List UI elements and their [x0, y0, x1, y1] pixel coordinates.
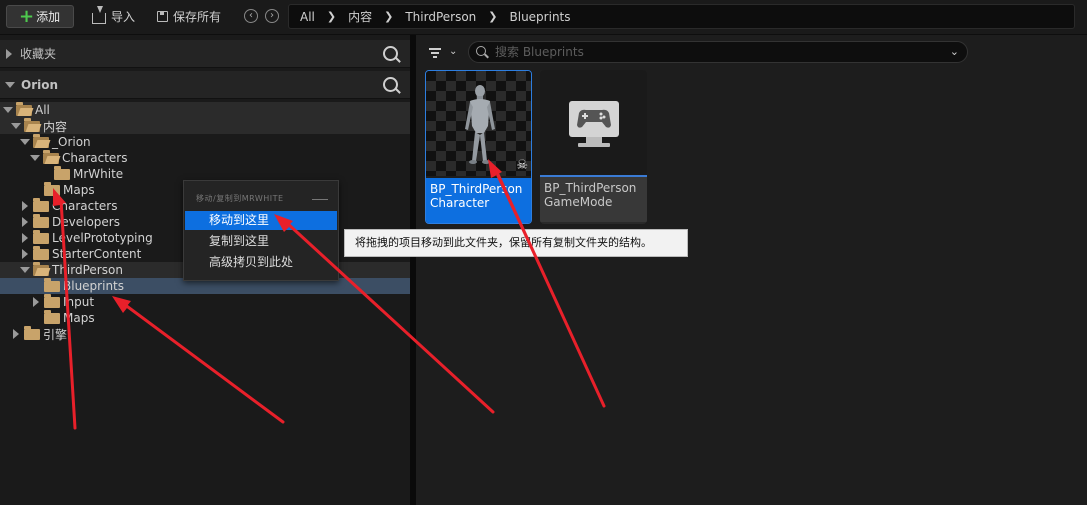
chevron-down-icon — [5, 81, 15, 88]
asset-name: BP_ThirdPerson — [430, 182, 523, 196]
folder-icon — [24, 117, 40, 132]
folder-icon — [44, 181, 60, 196]
import-icon — [92, 6, 106, 24]
search-icon — [476, 46, 486, 56]
tree-item-label: _Orion — [52, 135, 91, 149]
tree-item-orion[interactable]: _Orion — [0, 133, 410, 150]
divider — [312, 199, 328, 200]
asset-search[interactable]: ⌄ — [468, 41, 968, 63]
folder-icon — [24, 325, 40, 340]
asset-label: BP_ThirdPerson Character — [426, 178, 531, 223]
character-icon — [465, 85, 495, 164]
forward-button[interactable]: › — [265, 9, 279, 23]
folder-icon — [44, 277, 60, 292]
add-button-label: 添加 — [36, 10, 61, 24]
tree-item-maps[interactable]: Maps — [0, 309, 410, 326]
context-menu-header: 移动/复制到MRWHITE — [196, 194, 284, 203]
breadcrumb-item[interactable]: 内容 — [348, 8, 372, 25]
filter-icon[interactable] — [429, 48, 441, 60]
save-all-label: 保存所有 — [173, 10, 222, 24]
asset-name: GameMode — [544, 195, 613, 209]
folder-icon — [16, 101, 32, 116]
tree-item-label: Maps — [63, 183, 95, 197]
import-button[interactable]: 导入 — [92, 6, 136, 25]
drag-drop-context-menu: 移动/复制到MRWHITE 移动到这里 复制到这里 高级拷贝到此处 — [183, 180, 339, 281]
back-button[interactable]: ‹ — [244, 9, 258, 23]
chevron-down-icon[interactable]: ⌄ — [950, 45, 959, 58]
tree-item-label: Developers — [52, 215, 120, 229]
add-button[interactable]: + 添加 — [6, 5, 74, 28]
tree-item-label: LevelPrototyping — [52, 231, 153, 245]
tree-item-characters[interactable]: Characters — [0, 149, 410, 166]
tree-item-input[interactable]: Input — [0, 293, 410, 310]
folder-icon — [33, 229, 49, 244]
gamepad-monitor-icon — [569, 101, 619, 147]
chevron-down-icon[interactable]: ⌄ — [449, 46, 457, 57]
project-title: Orion — [21, 77, 59, 92]
folder-icon — [44, 309, 60, 324]
tree-item-label: All — [35, 103, 50, 117]
folder-icon — [33, 197, 49, 212]
folder-icon — [33, 261, 49, 276]
plus-icon: + — [19, 5, 35, 27]
search-icon[interactable] — [383, 46, 398, 61]
tooltip: 将拖拽的项目移动到此文件夹，保留所有复制文件夹的结构。 — [344, 229, 688, 257]
search-icon[interactable] — [383, 77, 398, 92]
tree-item-label: Characters — [52, 199, 118, 213]
tree-item-label: Characters — [62, 151, 128, 165]
tree-item-label: StarterContent — [52, 247, 142, 261]
tree-item-label: 引擎 — [43, 327, 68, 342]
folder-icon — [43, 149, 59, 164]
chevron-right-icon: ❯ — [488, 10, 498, 23]
import-label: 导入 — [111, 10, 136, 24]
folder-icon — [33, 245, 49, 260]
favorites-header[interactable]: 收藏夹 — [0, 40, 410, 68]
tree-item-label: Maps — [63, 311, 95, 325]
move-here-menu-item[interactable]: 移动到这里 — [185, 211, 337, 230]
chevron-right-icon: ❯ — [326, 10, 337, 23]
save-all-button[interactable]: 保存所有 — [157, 8, 221, 25]
chevron-right-icon: ❯ — [384, 10, 394, 23]
skull-icon: ☠ — [516, 158, 528, 173]
breadcrumb: All ❯ 内容 ❯ ThirdPerson ❯ Blueprints — [288, 4, 1075, 29]
save-icon — [157, 11, 168, 22]
asset-tile[interactable]: BP_ThirdPerson GameMode — [540, 70, 647, 224]
tree-item-label: Blueprints — [63, 279, 125, 293]
asset-thumbnail — [540, 70, 647, 175]
asset-name: BP_ThirdPerson — [544, 181, 637, 195]
chevron-right-icon — [6, 48, 12, 59]
asset-name: Character — [430, 196, 490, 210]
asset-panel: ⌄ ⌄ ☠ BP_ThirdPerson Character — [416, 35, 1087, 505]
copy-here-menu-item[interactable]: 复制到这里 — [185, 232, 337, 251]
breadcrumb-item[interactable]: ThirdPerson — [405, 10, 476, 24]
asset-label: BP_ThirdPerson GameMode — [540, 175, 647, 222]
tree-item-label: 内容 — [43, 119, 68, 134]
folder-icon — [54, 165, 70, 180]
tree-item-content[interactable]: 内容 — [0, 117, 410, 134]
breadcrumb-item[interactable]: All — [300, 10, 315, 24]
advanced-copy-menu-item[interactable]: 高级拷贝到此处 — [185, 253, 337, 272]
tree-item-label: MrWhite — [73, 167, 124, 181]
favorites-title: 收藏夹 — [20, 47, 57, 61]
asset-tile[interactable]: ☠ BP_ThirdPerson Character — [425, 70, 532, 224]
tree-item-engine[interactable]: 引擎 — [0, 325, 410, 342]
tree-item-label: ThirdPerson — [52, 263, 123, 277]
folder-icon — [33, 133, 49, 148]
asset-thumbnail: ☠ — [426, 71, 531, 176]
search-input[interactable] — [495, 44, 925, 60]
folder-icon — [44, 293, 60, 308]
tree-item-label: Input — [63, 295, 95, 309]
folder-icon — [33, 213, 49, 228]
project-header[interactable]: Orion — [0, 71, 410, 99]
toolbar: + 添加 导入 保存所有 ‹ › All ❯ 内容 ❯ ThirdPerson … — [0, 0, 1087, 35]
tree-item-all[interactable]: All — [0, 101, 410, 118]
breadcrumb-item[interactable]: Blueprints — [510, 10, 571, 24]
